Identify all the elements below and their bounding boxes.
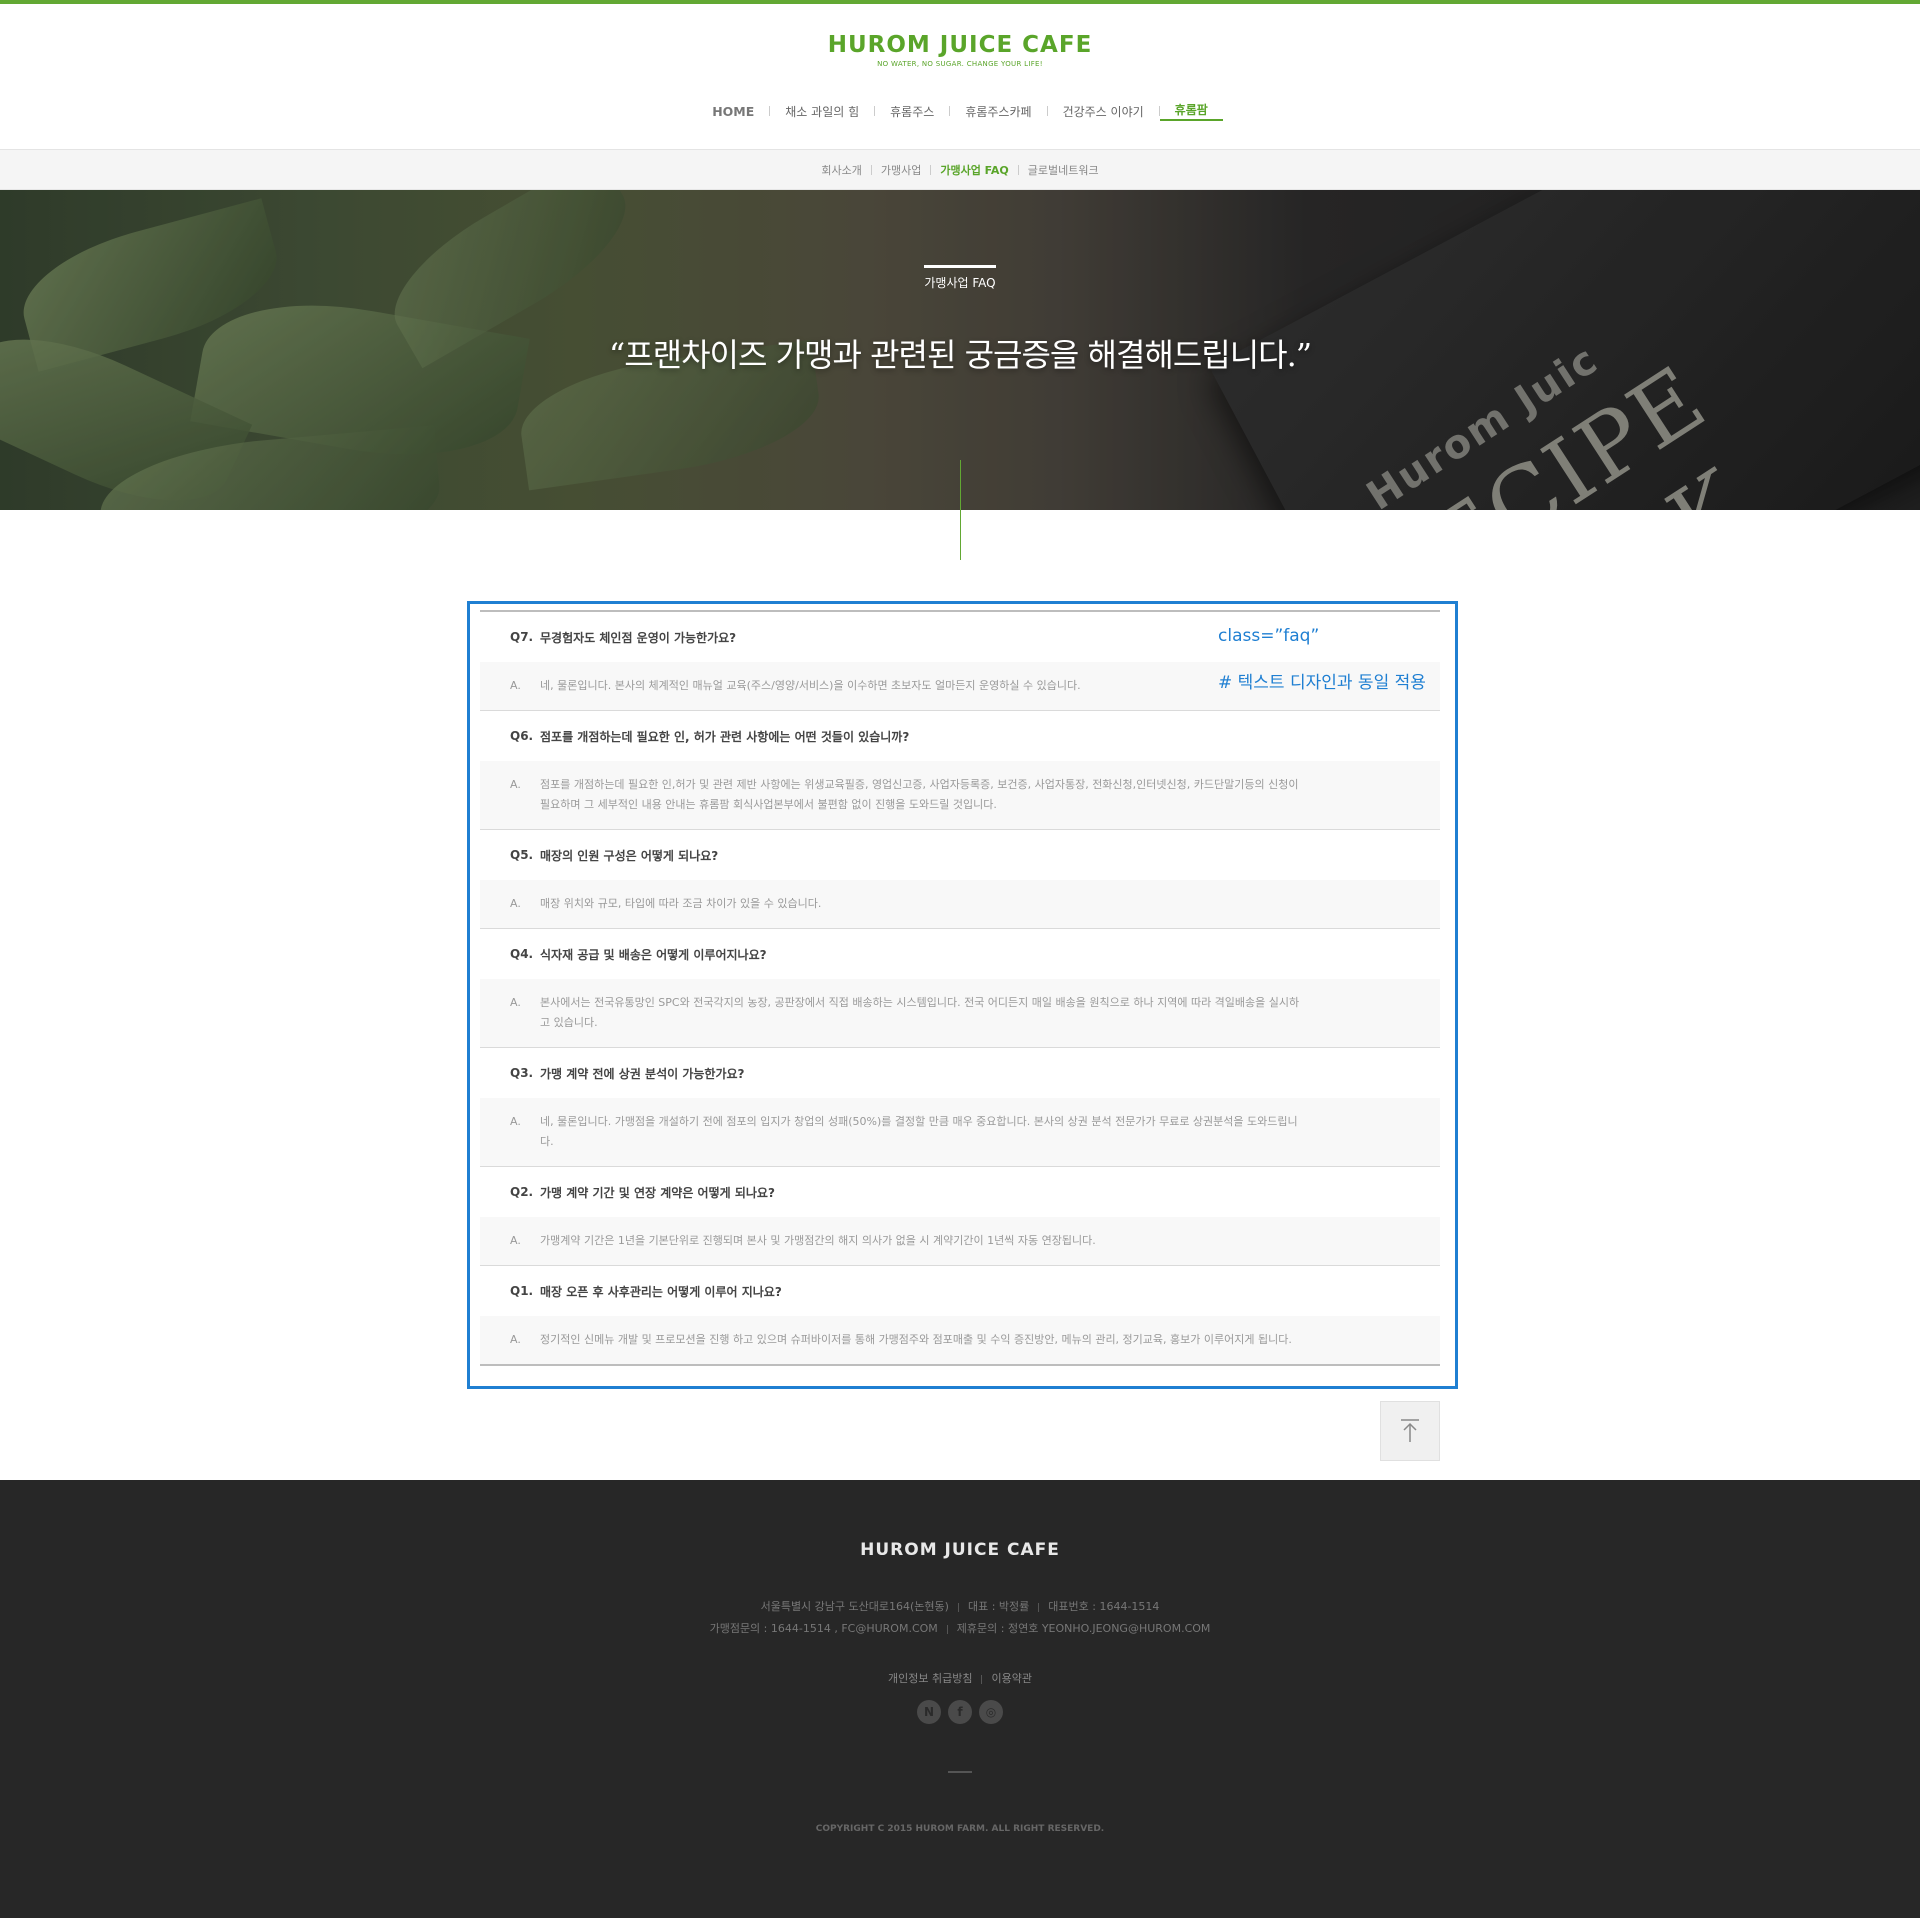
annotation-design-note: # 텍스트 디자인과 동일 적용 — [1218, 673, 1426, 693]
subnav-franchise-faq[interactable]: 가맹사업 FAQ — [931, 162, 1017, 178]
faq-annotation-box — [467, 601, 1458, 1389]
subnav-company[interactable]: 회사소개 — [812, 162, 870, 178]
footer-logo: HUROM JUICE CAFE — [860, 1540, 1060, 1560]
nav-health-story[interactable]: 건강주스 이야기 — [1048, 103, 1159, 120]
footer-contact-info: 가맹점문의 : 1644-1514 , FC@HUROM.COM 제휴문의 : 정… — [0, 1620, 1920, 1636]
terms-link[interactable]: 이용약관 — [991, 1672, 1031, 1685]
footer-address: 서울특별시 강남구 도산대로164(논현동) — [760, 1600, 949, 1613]
footer-divider-dash — [948, 1771, 972, 1773]
instagram-icon[interactable]: ◎ — [979, 1700, 1003, 1724]
footer-phone: 대표번호 : 1644-1514 — [1048, 1600, 1160, 1613]
subnav-global-network[interactable]: 글로벌네트워크 — [1019, 162, 1108, 178]
nav-hurom-juice[interactable]: 휴롬주스 — [875, 103, 949, 120]
hero-title: “프랜차이즈 가맹과 관련된 궁금증을 해결해드립니다.” — [608, 336, 1312, 374]
footer-links: 개인정보 취급방침 이용약관 — [0, 1670, 1920, 1686]
nav-home[interactable]: HOME — [697, 104, 769, 119]
nav-power-of-fruits[interactable]: 채소 과일의 힘 — [770, 103, 874, 120]
subnav-franchise[interactable]: 가맹사업 — [872, 162, 930, 178]
footer-divider — [981, 1674, 983, 1684]
footer-franchise-contact: 가맹점문의 : 1644-1514 , FC@HUROM.COM — [709, 1622, 938, 1635]
footer-divider — [1038, 1602, 1040, 1612]
annotation-class-note: class=”faq” — [1218, 626, 1320, 646]
hero-divider-line — [960, 460, 961, 560]
site-logo[interactable]: HUROM JUICE CAFE — [0, 32, 1920, 58]
footer-divider — [957, 1602, 959, 1612]
footer-company-info: 서울특별시 강남구 도산대로164(논현동) 대표 : 박정률 대표번호 : 164… — [0, 1598, 1920, 1614]
naver-blog-icon[interactable]: N — [917, 1700, 941, 1724]
copyright: COPYRIGHT C 2015 HUROM FARM. ALL RIGHT R… — [815, 1824, 1105, 1834]
scroll-to-top-button[interactable] — [1380, 1401, 1440, 1461]
nav-hurom-farm[interactable]: 휴롬팜 — [1159, 101, 1223, 121]
logo-tagline: NO WATER, NO SUGAR. CHANGE YOUR LIFE! — [877, 60, 1043, 68]
footer-ceo: 대표 : 박정률 — [967, 1600, 1030, 1613]
sub-nav: 회사소개 가맹사업 가맹사업 FAQ 글로벌네트워크 — [0, 150, 1920, 190]
hero-label: 가맹사업 FAQ — [0, 265, 1920, 291]
hero-label-text: 가맹사업 FAQ — [924, 265, 996, 291]
facebook-icon[interactable]: f — [948, 1700, 972, 1724]
nav-juice-cafe[interactable]: 휴롬주스카페 — [950, 103, 1046, 120]
privacy-policy-link[interactable]: 개인정보 취급방침 — [888, 1672, 972, 1685]
footer-partner-contact: 제휴문의 : 정연호 YEONHO.JEONG@HUROM.COM — [956, 1622, 1211, 1635]
site-footer: HUROM JUICE CAFE 서울특별시 강남구 도산대로164(논현동) 대… — [0, 1480, 1920, 1918]
footer-divider — [946, 1624, 948, 1634]
arrow-up-icon — [1401, 1419, 1419, 1442]
main-nav: HOME 채소 과일의 힘 휴롬주스 휴롬주스카페 건강주스 이야기 휴롬팜 — [0, 101, 1920, 121]
social-links: N f ◎ — [0, 1700, 1920, 1724]
site-header: HUROM JUICE CAFE NO WATER, NO SUGAR. CHA… — [0, 4, 1920, 150]
